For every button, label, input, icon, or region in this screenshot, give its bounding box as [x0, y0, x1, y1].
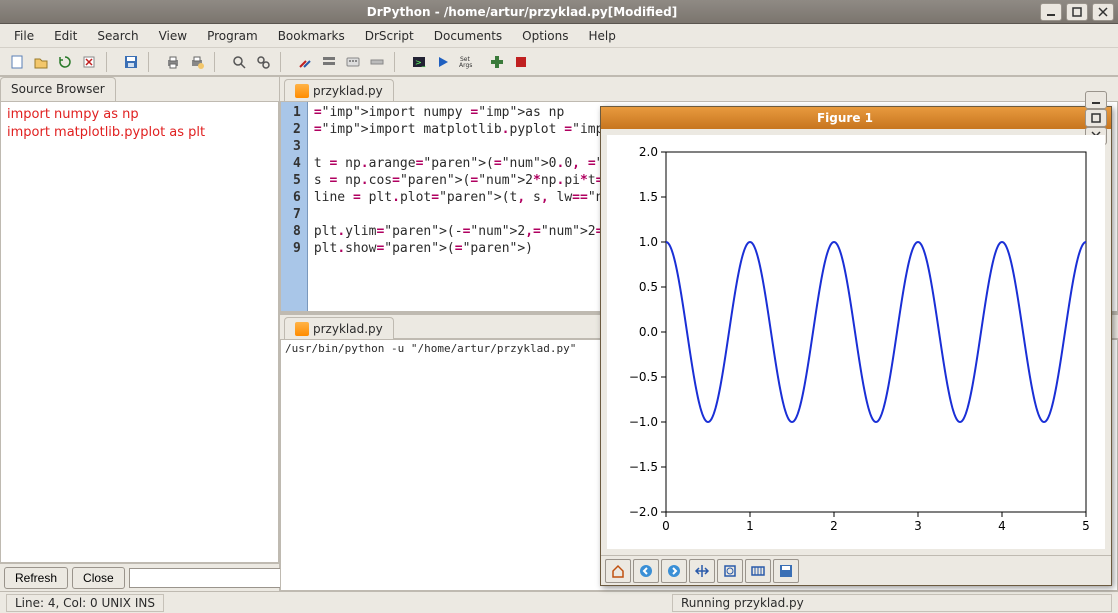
svg-text:2.0: 2.0: [639, 145, 658, 159]
shortcuts-icon[interactable]: [342, 51, 364, 73]
svg-text:−1.5: −1.5: [629, 460, 658, 474]
figure-titlebar[interactable]: Figure 1: [601, 107, 1111, 129]
menu-options[interactable]: Options: [512, 26, 578, 46]
menu-program[interactable]: Program: [197, 26, 268, 46]
prompt-icon[interactable]: >_: [408, 51, 430, 73]
forward-icon[interactable]: [661, 559, 687, 583]
figure-maximize-button[interactable]: [1085, 109, 1107, 127]
svg-text:4: 4: [998, 519, 1006, 533]
svg-text:>_: >_: [415, 58, 427, 67]
svg-text:1.0: 1.0: [639, 235, 658, 249]
back-icon[interactable]: [633, 559, 659, 583]
figure-title: Figure 1: [605, 111, 1085, 125]
zoom-icon[interactable]: [717, 559, 743, 583]
svg-text:0.0: 0.0: [639, 325, 658, 339]
toolbar: >_ SetArgs: [0, 48, 1118, 76]
svg-text:−2.0: −2.0: [629, 505, 658, 519]
modified-file-icon: [295, 84, 309, 98]
set-args-icon[interactable]: SetArgs: [456, 51, 484, 73]
pan-icon[interactable]: [689, 559, 715, 583]
menubar: File Edit Search View Program Bookmarks …: [0, 24, 1118, 48]
menu-documents[interactable]: Documents: [424, 26, 512, 46]
status-running: Running przyklad.py: [672, 594, 1112, 612]
figure-toolbar: [601, 555, 1111, 585]
statusbar: Line: 4, Col: 0 UNIX INS Running przykla…: [0, 591, 1118, 613]
editor-tab-label: przyklad.py: [313, 84, 383, 98]
editor-tab[interactable]: przyklad.py: [284, 79, 394, 101]
stop-icon[interactable]: [510, 51, 532, 73]
reload-icon[interactable]: [54, 51, 76, 73]
home-icon[interactable]: [605, 559, 631, 583]
svg-text:−0.5: −0.5: [629, 370, 658, 384]
menu-bookmarks[interactable]: Bookmarks: [268, 26, 355, 46]
source-browser-content: import numpy as np import matplotlib.pyp…: [0, 101, 279, 563]
svg-text:−1.0: −1.0: [629, 415, 658, 429]
toolbar-config-icon[interactable]: [366, 51, 388, 73]
plot-canvas: −2.0 −1.5 −1.0 −0.5 0.0 0.5 1.0 1.5 2.0 0 1 2 3 4 5: [607, 135, 1105, 549]
svg-text:Args: Args: [459, 62, 472, 69]
save-figure-icon[interactable]: [773, 559, 799, 583]
window-title: DrPython - /home/artur/przyklad.py[Modif…: [4, 5, 1040, 19]
console-tab[interactable]: przyklad.py: [284, 317, 394, 339]
menu-edit[interactable]: Edit: [44, 26, 87, 46]
svg-text:5: 5: [1082, 519, 1090, 533]
menu-drscript[interactable]: DrScript: [355, 26, 424, 46]
open-file-icon[interactable]: [30, 51, 52, 73]
svg-text:3: 3: [914, 519, 922, 533]
maximize-button[interactable]: [1066, 3, 1088, 21]
figure-window[interactable]: Figure 1 −2.0 −1.5 −1.0 −0.5 0.0 0.5 1.0 1.5 2.0…: [600, 106, 1112, 586]
run-icon[interactable]: [432, 51, 454, 73]
menu-file[interactable]: File: [4, 26, 44, 46]
source-browser-item[interactable]: import numpy as np: [7, 106, 272, 124]
svg-text:0.5: 0.5: [639, 280, 658, 294]
window-titlebar: DrPython - /home/artur/przyklad.py[Modif…: [0, 0, 1118, 24]
svg-text:2: 2: [830, 519, 838, 533]
replace-icon[interactable]: [252, 51, 274, 73]
figure-minimize-button[interactable]: [1085, 91, 1107, 109]
menu-search[interactable]: Search: [87, 26, 148, 46]
source-browser-tab[interactable]: Source Browser: [0, 77, 116, 101]
save-icon[interactable]: [120, 51, 142, 73]
close-file-icon[interactable]: [78, 51, 100, 73]
file-icon: [295, 322, 309, 336]
status-cursor: Line: 4, Col: 0 UNIX INS: [6, 594, 164, 612]
minimize-button[interactable]: [1040, 3, 1062, 21]
refresh-button[interactable]: Refresh: [4, 567, 68, 589]
console-tab-label: przyklad.py: [313, 322, 383, 336]
svg-text:0: 0: [662, 519, 670, 533]
python-icon[interactable]: [486, 51, 508, 73]
menu-view[interactable]: View: [149, 26, 197, 46]
svg-text:1.5: 1.5: [639, 190, 658, 204]
svg-text:1: 1: [746, 519, 754, 533]
line-number-gutter: 123456789: [281, 102, 308, 311]
new-file-icon[interactable]: [6, 51, 28, 73]
customize-icon[interactable]: [318, 51, 340, 73]
print-icon[interactable]: [162, 51, 184, 73]
close-button[interactable]: Close: [72, 567, 125, 589]
menu-help[interactable]: Help: [578, 26, 625, 46]
configure-icon[interactable]: [745, 559, 771, 583]
print-prompt-icon[interactable]: [186, 51, 208, 73]
preferences-icon[interactable]: [294, 51, 316, 73]
close-button[interactable]: [1092, 3, 1114, 21]
source-browser-item[interactable]: import matplotlib.pyplot as plt: [7, 124, 272, 142]
find-icon[interactable]: [228, 51, 250, 73]
